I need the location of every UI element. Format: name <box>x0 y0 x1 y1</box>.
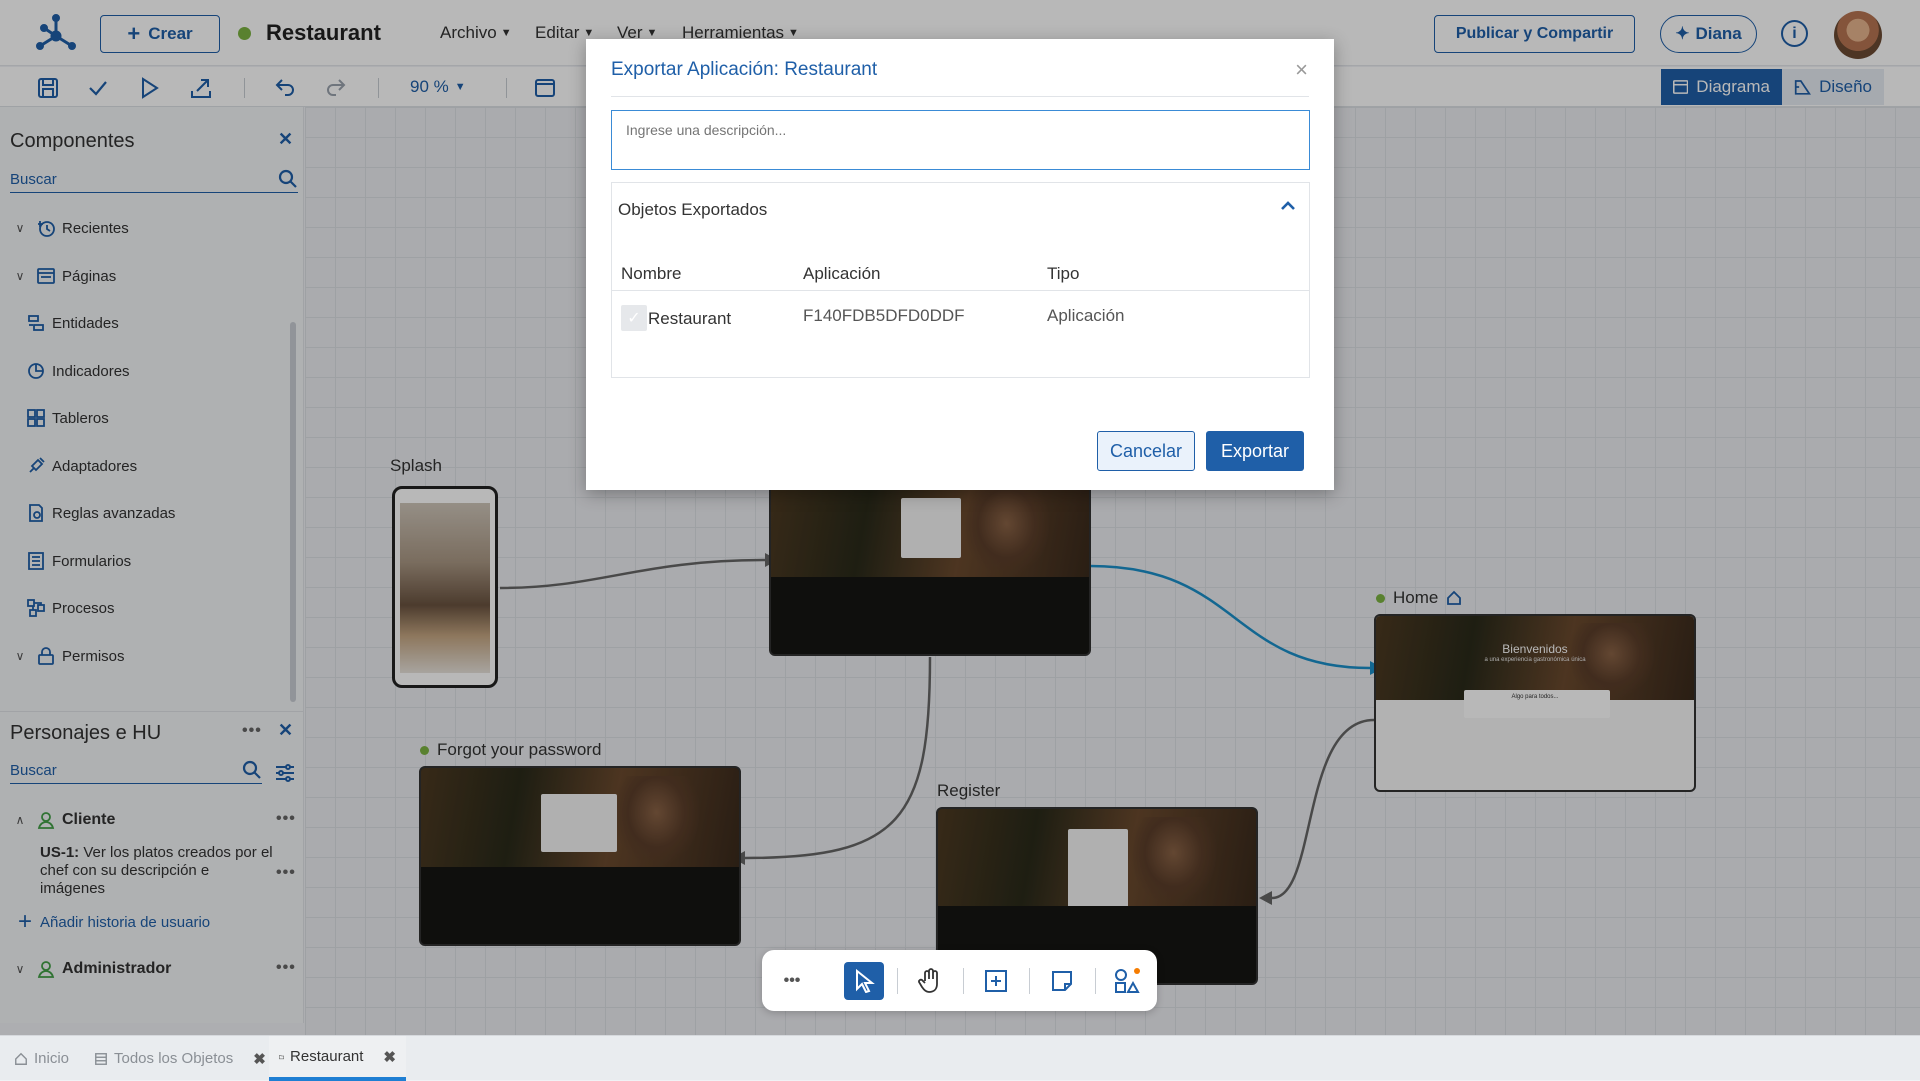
section-title: Objetos Exportados <box>618 200 768 219</box>
list-icon <box>95 1052 107 1065</box>
tab-restaurant-label: Restaurant <box>290 1048 364 1065</box>
canvas-tools: ••• <box>762 950 1157 1011</box>
tools-divider <box>897 968 898 994</box>
row-type: Aplicación <box>1047 306 1125 325</box>
select-tool[interactable] <box>844 962 884 1000</box>
pan-tool[interactable] <box>910 962 950 1000</box>
column-header-name[interactable]: Nombre <box>621 264 681 284</box>
tools-divider <box>963 968 964 994</box>
tab-todos-objetos[interactable]: Todos los Objetos ✖ <box>84 1036 276 1081</box>
shapes-icon <box>1115 968 1140 993</box>
dialog-divider <box>611 96 1309 97</box>
row-checkbox[interactable]: ✓ <box>621 305 647 331</box>
add-box-icon <box>985 970 1007 992</box>
description-input[interactable] <box>611 110 1310 170</box>
chevron-up-icon[interactable] <box>1279 197 1297 215</box>
tab-inicio[interactable]: Inicio <box>4 1036 79 1081</box>
shapes-tool[interactable] <box>1108 962 1148 1000</box>
more-icon[interactable]: ••• <box>772 962 812 1000</box>
close-icon[interactable]: ✖ <box>253 1050 266 1068</box>
tab-inicio-label: Inicio <box>34 1050 70 1067</box>
folder-icon <box>279 1054 284 1059</box>
close-icon[interactable]: ✖ <box>383 1048 396 1066</box>
close-icon[interactable]: × <box>1295 57 1308 83</box>
tools-divider <box>1029 968 1030 994</box>
exported-objects-section: Objetos Exportados Nombre Aplicación Tip… <box>611 182 1310 378</box>
header-divider <box>612 290 1309 291</box>
tab-todos-objetos-label: Todos los Objetos <box>114 1050 234 1067</box>
check-icon: ✓ <box>627 310 641 327</box>
note-tool[interactable] <box>1042 962 1082 1000</box>
cancel-button[interactable]: Cancelar <box>1097 431 1195 471</box>
export-button[interactable]: Exportar <box>1206 431 1304 471</box>
hand-icon <box>918 968 938 993</box>
export-app-dialog: Exportar Aplicación: Restaurant × Objeto… <box>586 39 1334 490</box>
column-header-app[interactable]: Aplicación <box>803 264 881 284</box>
dialog-title: Exportar Aplicación: Restaurant <box>611 59 878 80</box>
add-element-tool[interactable] <box>976 962 1016 1000</box>
row-app-id: F140FDB5DFD0DDF <box>803 306 965 325</box>
sticky-note-icon <box>1052 971 1072 991</box>
column-header-type[interactable]: Tipo <box>1047 264 1079 284</box>
tools-divider <box>1095 968 1096 994</box>
cursor-icon <box>856 969 875 993</box>
home-icon <box>15 1052 27 1065</box>
row-name: Restaurant <box>648 309 732 328</box>
document-tabs: Inicio Todos los Objetos ✖ Restaurant ✖ <box>0 1035 1920 1081</box>
tab-restaurant[interactable]: Restaurant ✖ <box>269 1036 406 1081</box>
